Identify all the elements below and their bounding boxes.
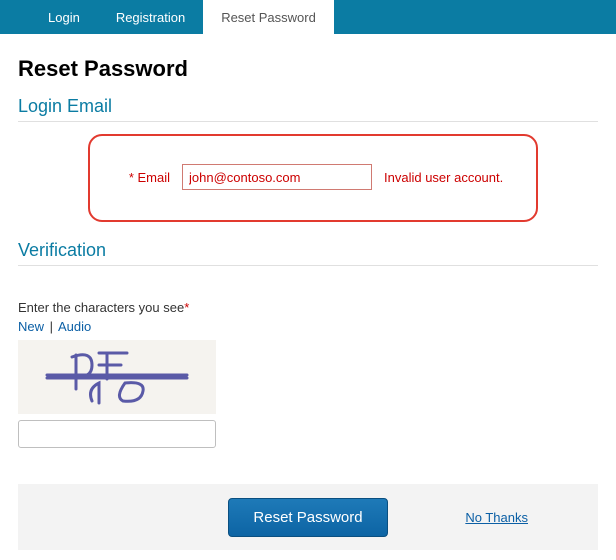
captcha-links: New | Audio bbox=[18, 319, 598, 334]
actions-bar: Reset Password No Thanks bbox=[18, 484, 598, 550]
page-title: Reset Password bbox=[18, 56, 598, 82]
captcha-audio-link[interactable]: Audio bbox=[58, 319, 91, 334]
captcha-new-link[interactable]: New bbox=[18, 319, 44, 334]
tab-registration[interactable]: Registration bbox=[98, 0, 203, 34]
tab-login[interactable]: Login bbox=[30, 0, 98, 34]
tab-reset-password[interactable]: Reset Password bbox=[203, 0, 334, 34]
captcha-input[interactable] bbox=[18, 420, 216, 448]
section-verification: Verification bbox=[18, 240, 598, 266]
email-field[interactable] bbox=[182, 164, 372, 190]
separator: | bbox=[50, 319, 53, 334]
email-error-callout: * Email Invalid user account. bbox=[88, 134, 538, 222]
top-nav: Login Registration Reset Password bbox=[0, 0, 616, 34]
captcha-prompt: Enter the characters you see* bbox=[18, 300, 598, 315]
email-error-message: Invalid user account. bbox=[384, 170, 503, 185]
reset-password-button[interactable]: Reset Password bbox=[228, 498, 387, 537]
no-thanks-link[interactable]: No Thanks bbox=[465, 510, 528, 525]
email-label: * Email bbox=[110, 170, 170, 185]
section-login-email: Login Email bbox=[18, 96, 598, 122]
captcha-image bbox=[18, 340, 216, 414]
